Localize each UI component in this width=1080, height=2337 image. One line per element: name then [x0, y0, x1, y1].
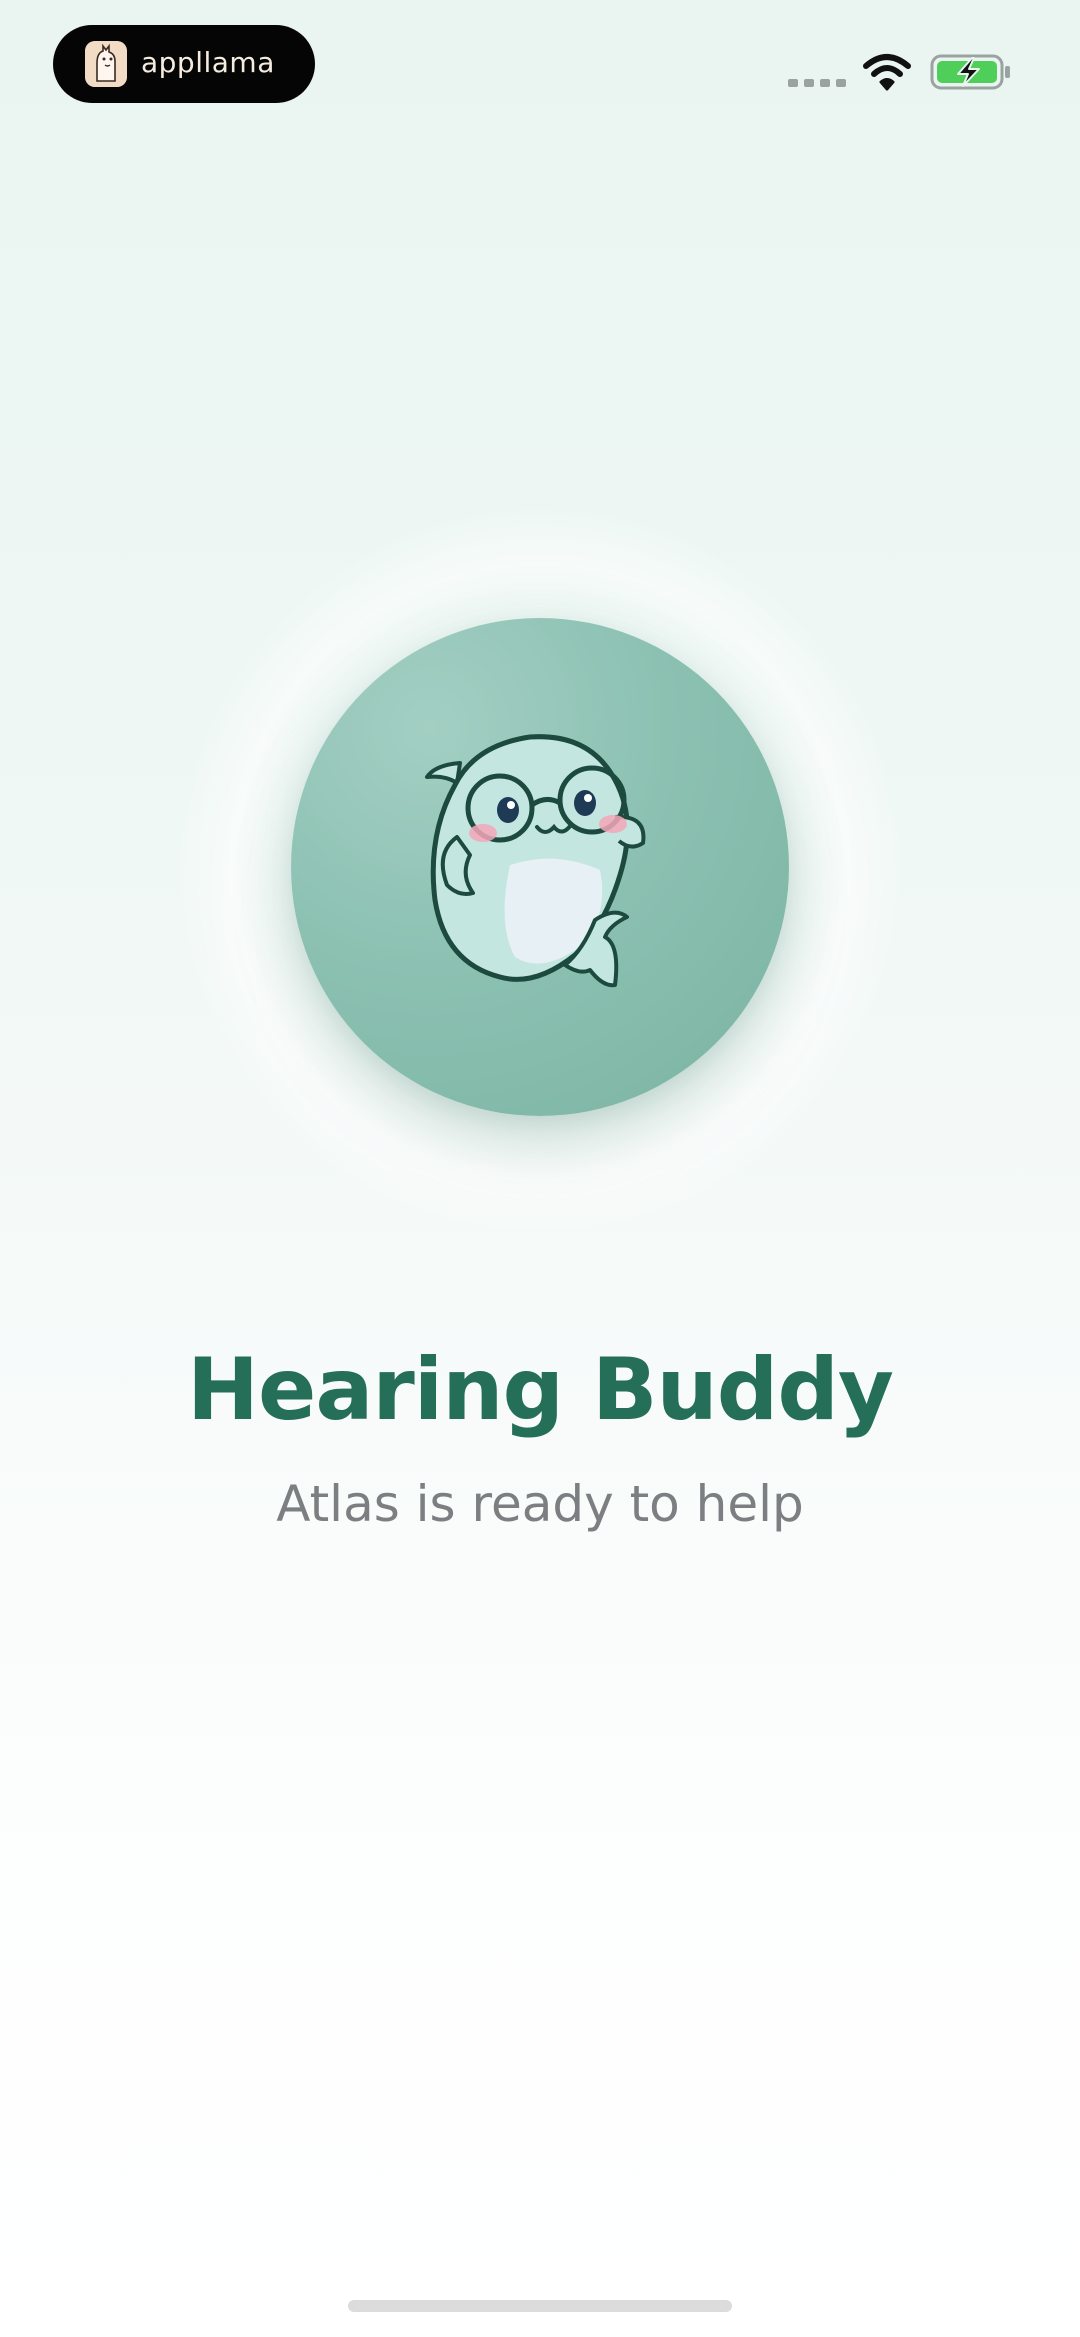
home-indicator[interactable]	[348, 2300, 732, 2312]
wifi-icon	[863, 54, 911, 91]
page-subtitle: Atlas is ready to help	[276, 1475, 804, 1533]
page-title: Hearing Buddy	[187, 1340, 894, 1440]
signal-icon	[788, 79, 846, 87]
app-badge[interactable]: appllama	[53, 25, 315, 103]
llama-logo-icon	[85, 41, 127, 87]
dolphin-with-glasses-icon	[425, 734, 646, 988]
battery-charging-icon	[930, 54, 1010, 90]
app-name-label: appllama	[141, 46, 275, 79]
